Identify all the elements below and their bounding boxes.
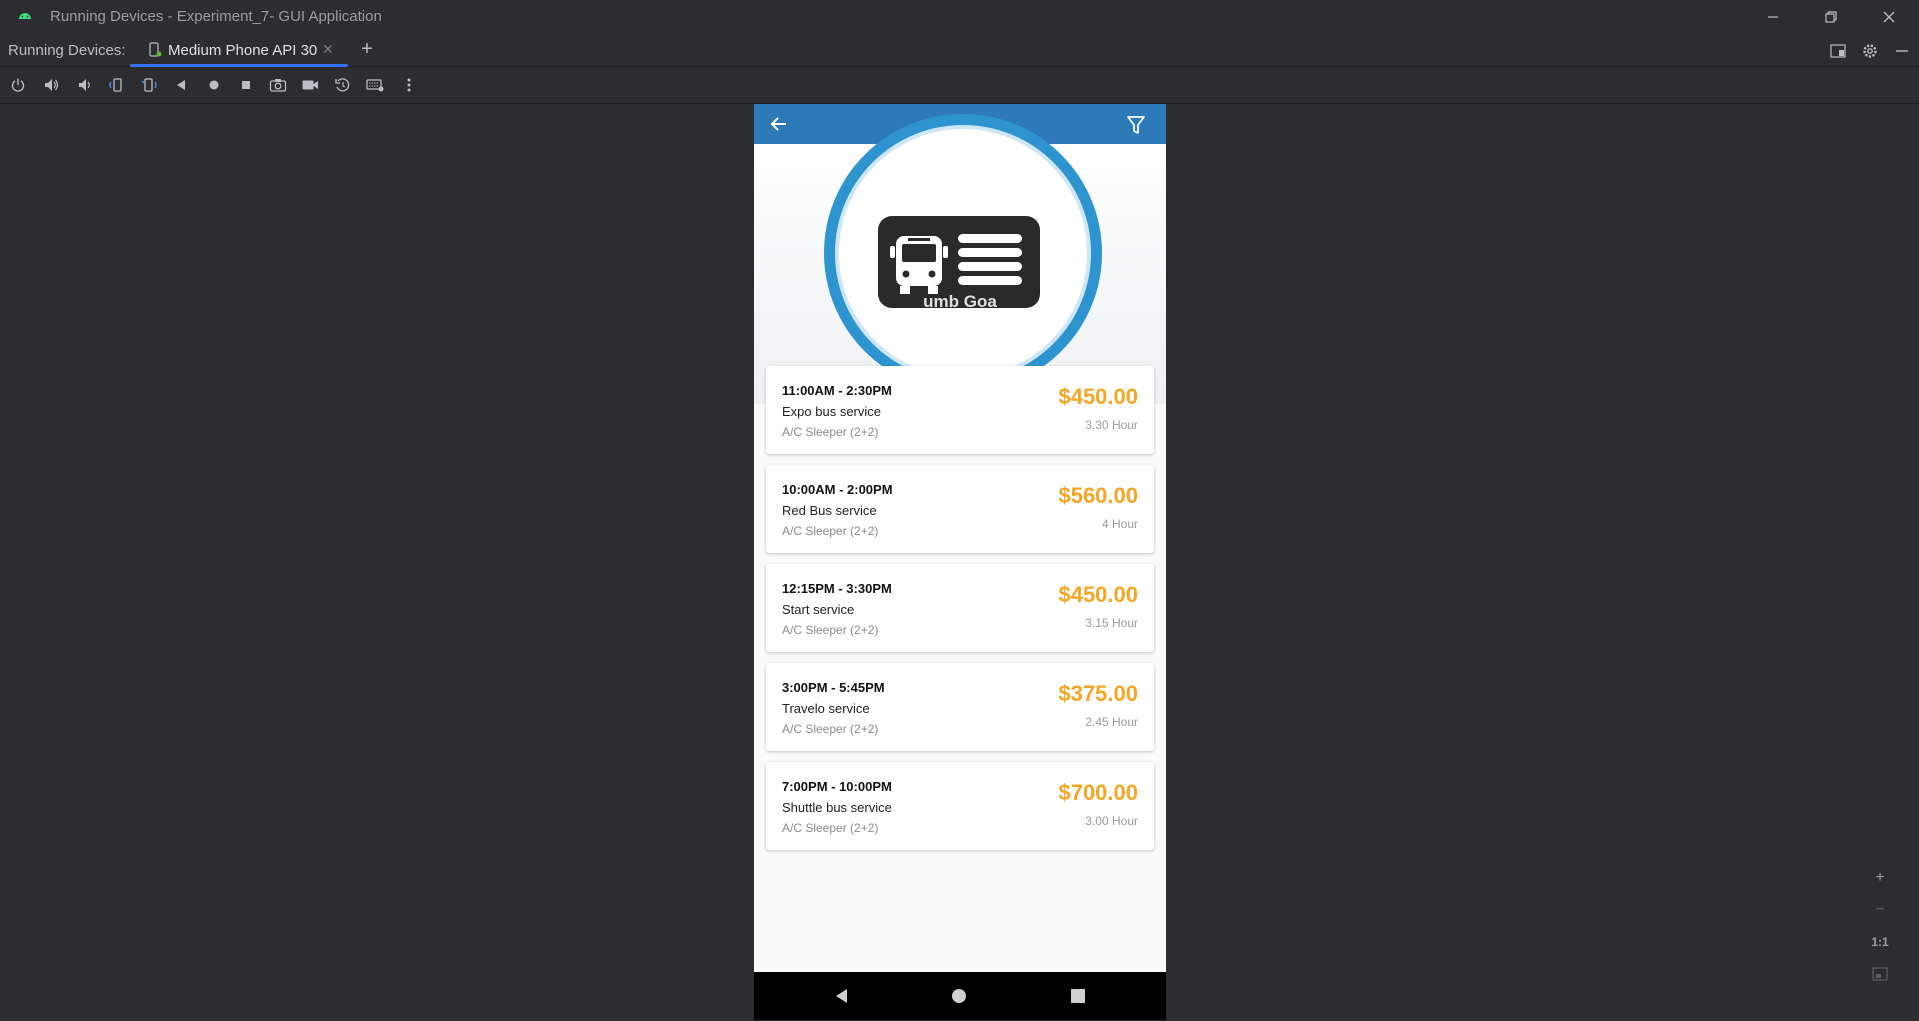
volume-up-icon[interactable] xyxy=(42,76,60,94)
bus-seat-type: A/C Sleeper (2+2) xyxy=(782,524,879,538)
bus-name: Start service xyxy=(782,602,855,617)
layout-icon[interactable] xyxy=(1829,42,1847,60)
restore-button[interactable] xyxy=(1808,4,1854,30)
zoom-actual-size-button[interactable]: 1:1 xyxy=(1866,930,1894,954)
bus-price: $450.00 xyxy=(1058,384,1138,409)
bus-seat-type: A/C Sleeper (2+2) xyxy=(782,722,879,736)
zoom-in-button[interactable]: + xyxy=(1866,866,1894,890)
back-arrow-icon[interactable] xyxy=(770,116,788,132)
close-tab-icon[interactable]: ✕ xyxy=(322,41,334,58)
volume-down-icon[interactable] xyxy=(75,76,93,94)
bus-time: 3:00PM - 5:45PM xyxy=(782,680,885,695)
restore-icon xyxy=(1825,11,1837,23)
header-banner: umb Goa 7th - Feb - 2023 | Tuesday xyxy=(754,114,1166,404)
bus-duration: 4 Hour xyxy=(1101,517,1138,531)
fit-screen-icon xyxy=(1872,967,1888,981)
filter-icon[interactable] xyxy=(1126,115,1146,135)
bus-seat-type: A/C Sleeper (2+2) xyxy=(782,623,879,637)
bus-duration: 3.15 Hour xyxy=(1085,616,1138,630)
video-icon[interactable] xyxy=(301,76,319,94)
running-devices-header: Running Devices: Medium Phone API 30 ✕ + xyxy=(0,34,1919,67)
bus-card[interactable]: 3:00PM - 5:45PM Travelo service A/C Slee… xyxy=(766,663,1154,751)
hide-panel-icon[interactable] xyxy=(1893,42,1911,60)
bus-price: $560.00 xyxy=(1058,483,1138,508)
bus-name: Expo bus service xyxy=(782,404,881,419)
close-button[interactable] xyxy=(1866,4,1912,30)
home-icon[interactable] xyxy=(205,76,223,94)
emulator-toolbar xyxy=(0,67,1919,104)
device-tab-label: Medium Phone API 30 xyxy=(168,42,318,59)
rotate-left-icon[interactable] xyxy=(108,76,126,94)
bus-time: 7:00PM - 10:00PM xyxy=(782,779,892,794)
title-bar: Running Devices - Experiment_7- GUI Appl… xyxy=(0,0,1919,34)
bus-list: 11:00AM - 2:30PM Expo bus service A/C Sl… xyxy=(766,366,1154,861)
more-options-icon[interactable] xyxy=(400,76,418,94)
zoom-fit-button[interactable] xyxy=(1866,962,1894,986)
nav-recents-icon[interactable] xyxy=(1071,989,1085,1003)
route-title: umb Goa xyxy=(923,292,997,311)
tab-medium-phone[interactable]: Medium Phone API 30 ✕ xyxy=(130,34,348,67)
bus-duration: 3.00 Hour xyxy=(1085,814,1138,828)
nav-home-icon[interactable] xyxy=(951,988,967,1004)
minimize-icon xyxy=(1768,16,1778,18)
bus-price: $375.00 xyxy=(1058,681,1138,706)
bus-name: Shuttle bus service xyxy=(782,800,892,815)
back-icon[interactable] xyxy=(172,76,190,94)
bus-card[interactable]: 7:00PM - 10:00PM Shuttle bus service A/C… xyxy=(766,762,1154,850)
running-devices-label: Running Devices: xyxy=(8,42,126,59)
bus-card[interactable]: 12:15PM - 3:30PM Start service A/C Sleep… xyxy=(766,564,1154,652)
bus-name: Travelo service xyxy=(782,701,870,716)
window-title: Running Devices - Experiment_7- GUI Appl… xyxy=(50,8,382,25)
bus-duration: 2.45 Hour xyxy=(1085,715,1138,729)
power-icon[interactable] xyxy=(9,76,27,94)
keyboard-icon[interactable] xyxy=(366,76,384,94)
bus-price: $700.00 xyxy=(1058,780,1138,805)
minimize-button[interactable] xyxy=(1750,4,1796,30)
nav-back-icon[interactable] xyxy=(834,988,850,1004)
bus-time: 11:00AM - 2:30PM xyxy=(782,383,892,398)
bus-time: 12:15PM - 3:30PM xyxy=(782,581,892,596)
travel-date: 7th - Feb - 2023 | Tuesday xyxy=(878,320,1042,336)
gear-icon[interactable] xyxy=(1861,42,1879,60)
bus-name: Red Bus service xyxy=(782,503,877,518)
close-icon xyxy=(1883,11,1895,23)
snapshot-icon[interactable] xyxy=(334,76,352,94)
bus-time: 10:00AM - 2:00PM xyxy=(782,482,893,497)
zoom-out-button[interactable]: − xyxy=(1866,898,1894,922)
phone-device-icon xyxy=(149,42,162,57)
camera-icon[interactable] xyxy=(269,76,287,94)
add-device-icon[interactable]: + xyxy=(356,38,378,60)
bus-card[interactable]: 11:00AM - 2:30PM Expo bus service A/C Sl… xyxy=(766,366,1154,454)
rotate-right-icon[interactable] xyxy=(140,76,158,94)
emulator-screen[interactable]: umb Goa 7th - Feb - 2023 | Tuesday 11:00… xyxy=(754,104,1166,1020)
bus-price: $450.00 xyxy=(1058,582,1138,607)
android-nav-bar xyxy=(754,972,1166,1020)
bus-seat-type: A/C Sleeper (2+2) xyxy=(782,821,879,835)
bus-card[interactable]: 10:00AM - 2:00PM Red Bus service A/C Sle… xyxy=(766,465,1154,553)
android-icon xyxy=(19,13,31,19)
bus-seat-type: A/C Sleeper (2+2) xyxy=(782,425,879,439)
bus-duration: 3.30 Hour xyxy=(1085,418,1138,432)
overview-icon[interactable] xyxy=(237,76,255,94)
